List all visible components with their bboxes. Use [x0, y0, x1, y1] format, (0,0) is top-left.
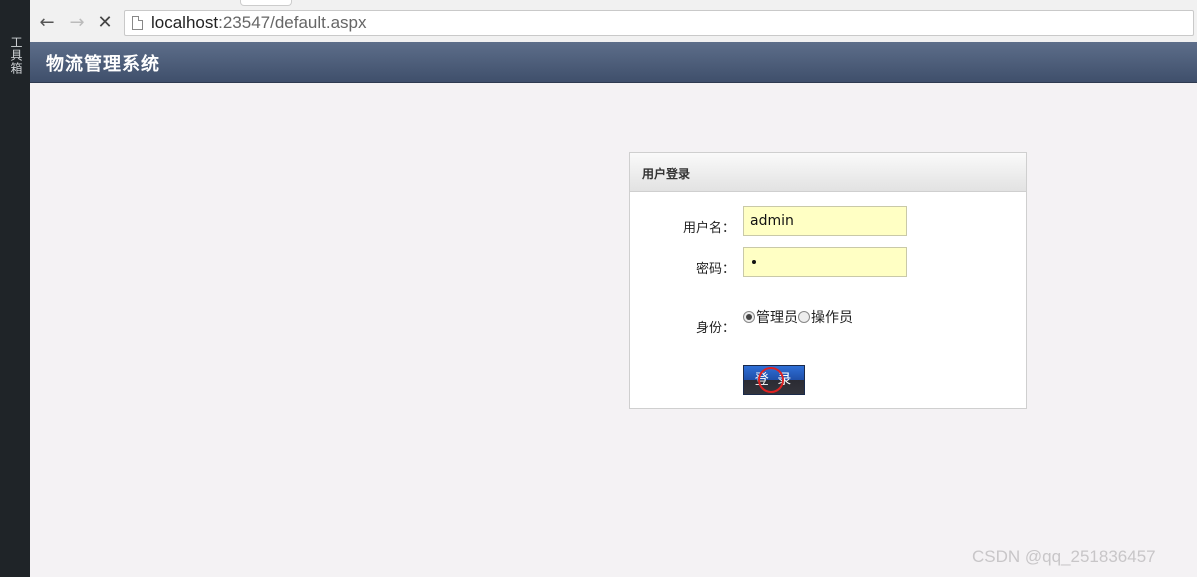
- back-arrow-icon[interactable]: ←: [36, 12, 58, 34]
- url-path: :23547/default.aspx: [218, 13, 367, 32]
- login-panel-title: 用户登录: [642, 167, 691, 181]
- forward-arrow-icon[interactable]: →: [66, 12, 88, 34]
- stop-icon[interactable]: ✕: [94, 12, 116, 34]
- role-admin-label[interactable]: 管理员: [756, 310, 798, 326]
- role-operator-radio[interactable]: [798, 311, 810, 323]
- password-label: 密码：: [695, 262, 735, 277]
- app-title: 物流管理系统: [46, 54, 160, 75]
- ide-side-strip: 工具箱: [0, 0, 30, 577]
- role-label: 身份：: [695, 321, 735, 336]
- username-label: 用户名：: [682, 221, 735, 236]
- password-mask-dot: [752, 260, 756, 264]
- role-operator-label[interactable]: 操作员: [811, 310, 853, 326]
- url-text[interactable]: localhost:23547/default.aspx: [151, 13, 367, 33]
- watermark-text: CSDN @qq_251836457: [972, 547, 1156, 566]
- browser-tab[interactable]: [240, 0, 292, 6]
- browser-toolbar: ← → ✕ localhost:23547/default.aspx: [30, 0, 1197, 43]
- password-input[interactable]: [743, 247, 907, 277]
- role-radio-group: 管理员 操作员: [743, 307, 853, 327]
- login-panel: 用户登录 用户名： admin 密码： 身份： 管理员 操作员 登 录: [629, 152, 1027, 409]
- username-value: admin: [750, 213, 794, 229]
- login-panel-header: 用户登录: [630, 153, 1026, 192]
- app-header: 物流管理系统: [30, 42, 1197, 83]
- address-bar[interactable]: localhost:23547/default.aspx: [124, 10, 1194, 36]
- url-host: localhost: [151, 13, 219, 32]
- login-button[interactable]: 登 录: [743, 365, 805, 395]
- username-input[interactable]: admin: [743, 206, 907, 236]
- toolbox-tab-label[interactable]: 工具箱: [8, 36, 25, 75]
- page-icon: [132, 16, 143, 30]
- role-admin-radio[interactable]: [743, 311, 755, 323]
